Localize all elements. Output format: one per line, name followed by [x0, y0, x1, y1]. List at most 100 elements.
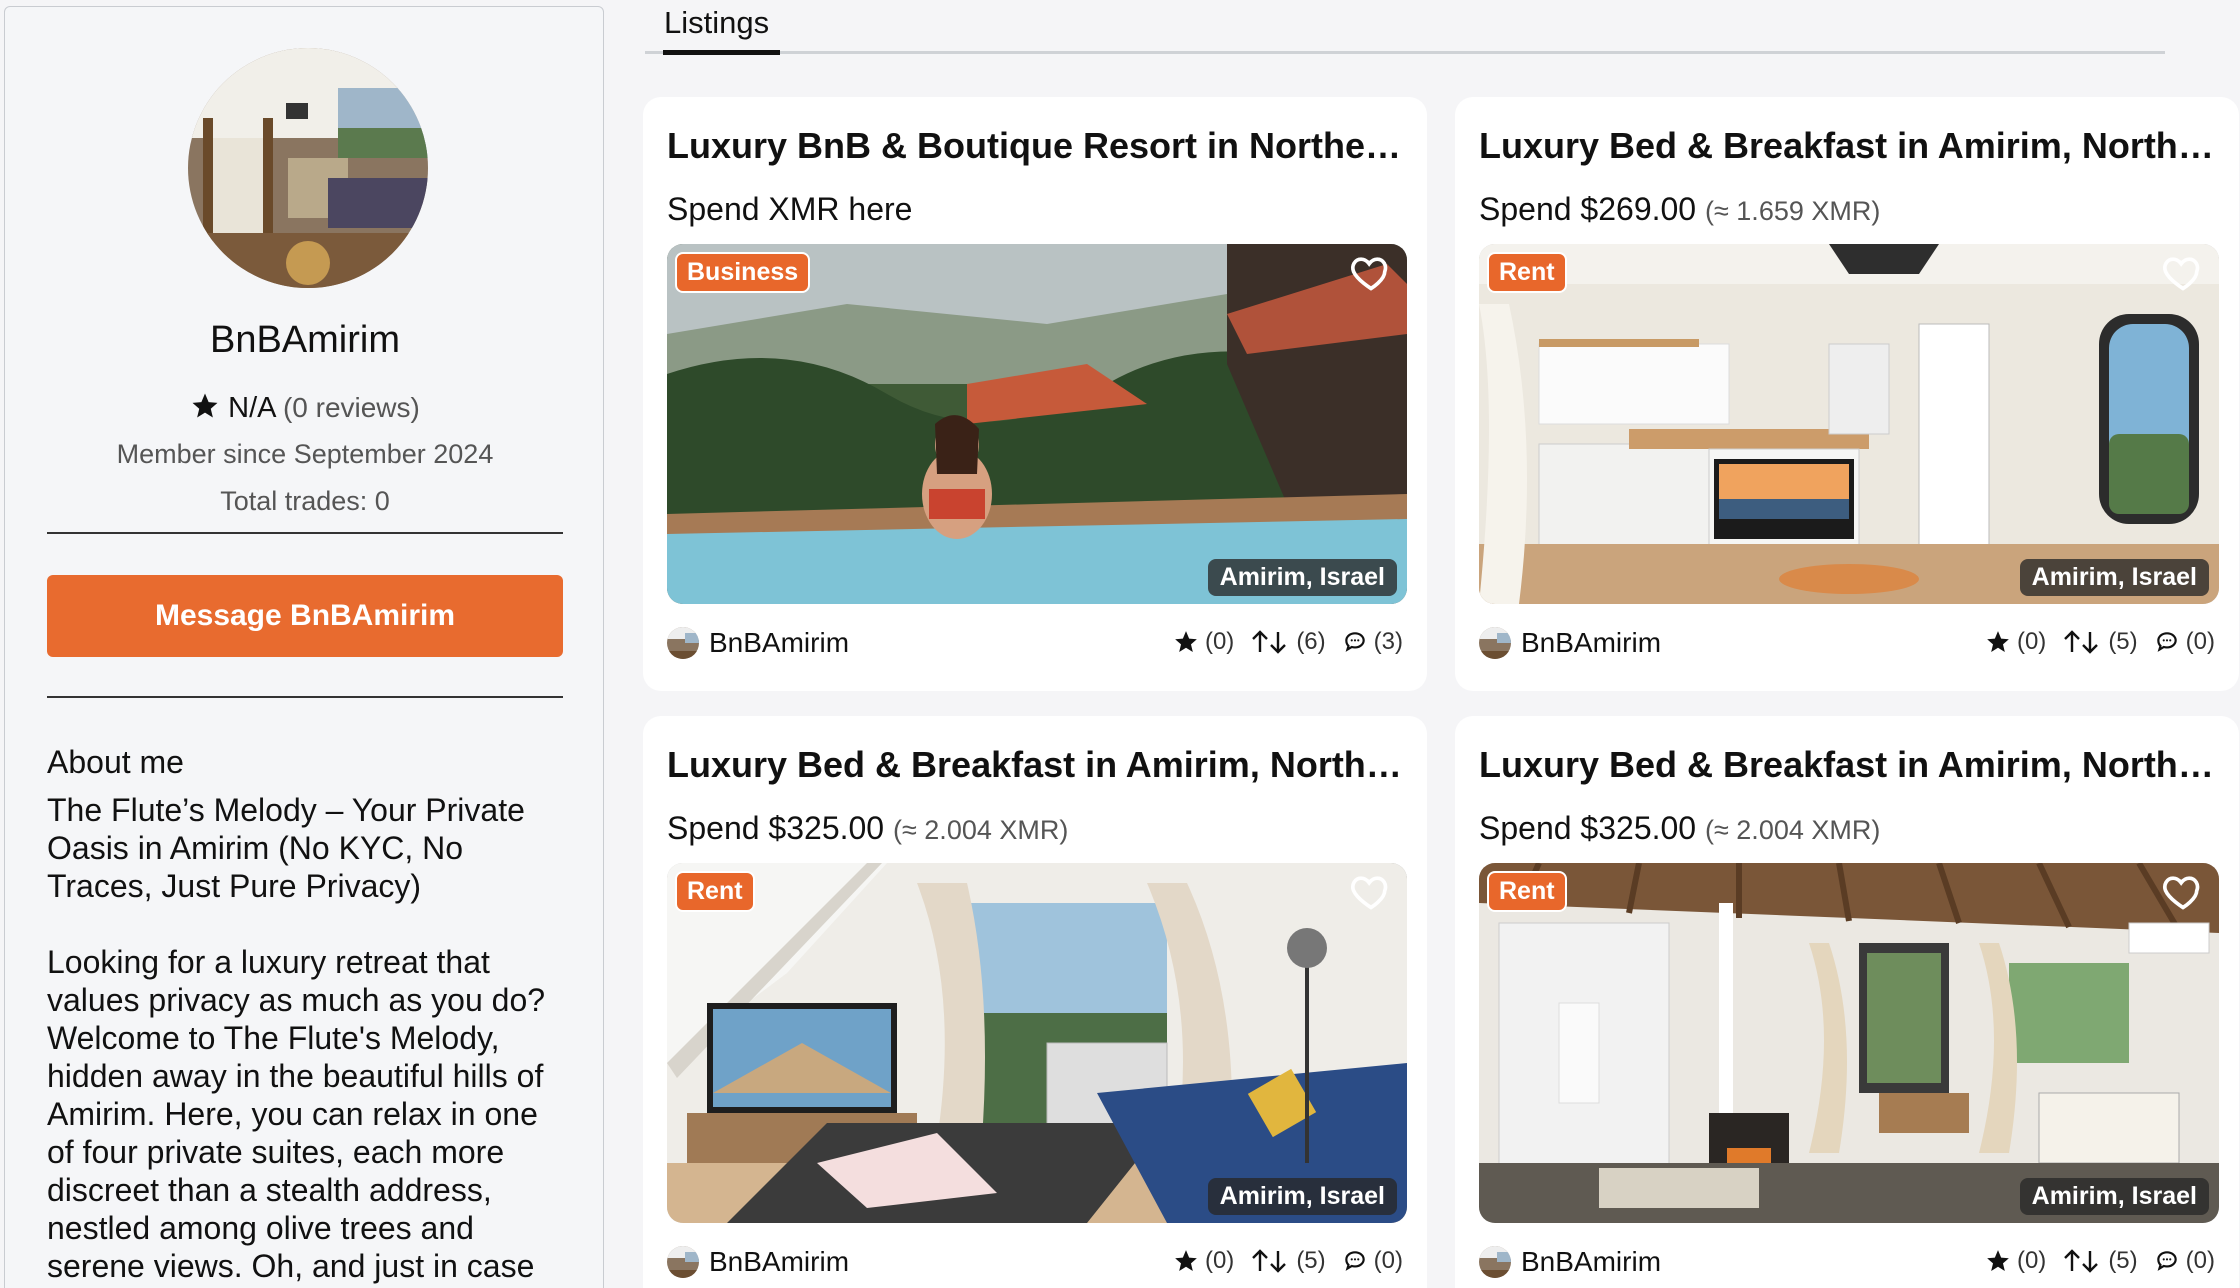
price-approx: (≈ 2.004 XMR) — [1704, 815, 1881, 845]
review-count: (0 reviews) — [282, 392, 420, 423]
stat-value: (0) — [1204, 1247, 1235, 1274]
seller-name: BnBAmirim — [709, 1246, 850, 1277]
listing-card[interactable]: Luxury Bed & Breakfast in Amirim, Northe… — [643, 716, 1427, 1288]
seller-info[interactable]: BnBAmirim — [1479, 1246, 1661, 1278]
listing-title[interactable]: Luxury Bed & Breakfast in Amirim, Northe… — [1479, 744, 2219, 786]
price-approx: (≈ 1.659 XMR) — [1704, 196, 1881, 226]
stat-trades: (5) — [2062, 1247, 2138, 1275]
heart-icon[interactable] — [1349, 250, 1393, 294]
listing-price: Spend $325.00 (≈ 2.004 XMR) — [667, 810, 1068, 847]
heart-icon[interactable] — [2161, 250, 2205, 294]
listing-stats: (0) (5) (0) — [1969, 1247, 2215, 1275]
message-button[interactable]: Message BnBAmirim — [47, 575, 563, 657]
about-title: About me — [47, 744, 184, 780]
stat-trades: (5) — [1250, 1247, 1326, 1275]
star-icon — [1175, 1250, 1197, 1271]
listing-stats: (0) (6) (3) — [1157, 628, 1403, 656]
about-tagline: The Flute’s Melody – Your Private Oasis … — [47, 792, 525, 904]
profile-username: BnBAmirim — [209, 319, 401, 361]
arrows-up-down-icon — [2064, 630, 2099, 654]
comment-icon — [2156, 632, 2177, 652]
heart-icon[interactable] — [2161, 869, 2205, 913]
avatar[interactable] — [188, 48, 428, 288]
stat-value: (0) — [2185, 1247, 2215, 1274]
seller-info[interactable]: BnBAmirim — [667, 627, 849, 659]
seller-name: BnBAmirim — [709, 627, 850, 658]
stat-comments: (3) — [1342, 628, 1403, 656]
star-icon — [192, 393, 218, 418]
star-icon — [1987, 631, 2009, 652]
seller-avatar — [667, 1246, 699, 1278]
listing-card[interactable]: Luxury Bed & Breakfast in Amirim, Northe… — [1455, 97, 2239, 691]
stat-rating: (0) — [1173, 628, 1234, 656]
location-badge: Amirim, Israel — [2019, 559, 2209, 596]
listing-price: Spend $325.00 (≈ 2.004 XMR) — [1479, 810, 1880, 847]
listing-image[interactable]: Rent Amirim, Israel — [1479, 244, 2219, 604]
star-icon — [1175, 631, 1197, 652]
location-badge: Amirim, Israel — [1207, 559, 1397, 596]
price-text: Spend $325.00 — [1479, 810, 1697, 846]
listing-card[interactable]: Luxury Bed & Breakfast in Amirim, Northe… — [1455, 716, 2239, 1288]
arrows-up-down-icon — [2064, 1249, 2099, 1273]
category-badge: Rent — [1487, 871, 1567, 912]
stat-value: (5) — [1296, 1247, 1326, 1274]
seller-name: BnBAmirim — [1521, 1246, 1662, 1277]
stat-trades: (6) — [1250, 628, 1326, 656]
stat-value: (0) — [2185, 628, 2215, 655]
comment-icon — [1344, 632, 1365, 652]
arrows-up-down-icon — [1252, 1249, 1287, 1273]
profile-rating: N/A (0 reviews) — [5, 391, 603, 425]
listing-image[interactable]: Rent Amirim, Israel — [1479, 863, 2219, 1223]
stat-value: (6) — [1296, 628, 1326, 655]
divider — [47, 532, 563, 534]
listing-image[interactable]: Rent Amirim, Israel — [667, 863, 1407, 1223]
stat-value: (0) — [2016, 1247, 2047, 1274]
seller-avatar — [667, 627, 699, 659]
tab-listings[interactable]: Listings — [664, 5, 769, 41]
stat-comments: (0) — [2154, 628, 2215, 656]
stat-value: (0) — [1204, 628, 1235, 655]
seller-avatar — [1479, 627, 1511, 659]
tab-active-indicator — [663, 50, 780, 55]
listing-stats: (0) (5) (0) — [1969, 628, 2215, 656]
arrows-up-down-icon — [1252, 630, 1287, 654]
location-badge: Amirim, Israel — [2019, 1178, 2209, 1215]
star-icon — [1987, 1250, 2009, 1271]
profile-sidebar: BnBAmirim N/A (0 reviews) Member since S… — [4, 6, 604, 1288]
category-badge: Rent — [1487, 252, 1567, 293]
seller-name: BnBAmirim — [1521, 627, 1662, 658]
divider — [47, 696, 563, 698]
stat-rating: (0) — [1985, 628, 2046, 656]
stat-comments: (0) — [1342, 1247, 1403, 1275]
comment-icon — [2156, 1251, 2177, 1271]
listing-image[interactable]: Business Amirim, Israel — [667, 244, 1407, 604]
member-since: Member since September 2024 — [116, 439, 494, 469]
about-body: Looking for a luxury retreat that values… — [47, 944, 546, 1288]
profile-page: BnBAmirim N/A (0 reviews) Member since S… — [0, 0, 2240, 1288]
stat-value: (5) — [2108, 1247, 2138, 1274]
listing-title[interactable]: Luxury Bed & Breakfast in Amirim, Northe… — [667, 744, 1407, 786]
stat-value: (3) — [1373, 628, 1403, 655]
stat-rating: (0) — [1173, 1247, 1234, 1275]
location-badge: Amirim, Israel — [1207, 1178, 1397, 1215]
stat-comments: (0) — [2154, 1247, 2215, 1275]
listing-card[interactable]: Luxury BnB & Boutique Resort in Northern… — [643, 97, 1427, 691]
tab-bar-line — [645, 51, 2165, 54]
seller-info[interactable]: BnBAmirim — [667, 1246, 849, 1278]
seller-info[interactable]: BnBAmirim — [1479, 627, 1661, 659]
seller-avatar — [1479, 1246, 1511, 1278]
comment-icon — [1344, 1251, 1365, 1271]
total-trades: Total trades: 0 — [220, 486, 390, 516]
heart-icon[interactable] — [1349, 869, 1393, 913]
stat-value: (5) — [2108, 628, 2138, 655]
listing-price: Spend XMR here — [667, 191, 912, 228]
listing-title[interactable]: Luxury Bed & Breakfast in Amirim, Northe… — [1479, 125, 2219, 167]
category-badge: Rent — [675, 871, 755, 912]
category-badge: Business — [675, 252, 811, 293]
listing-price: Spend $269.00 (≈ 1.659 XMR) — [1479, 191, 1880, 228]
stat-value: (0) — [1373, 1247, 1403, 1274]
rating-value: N/A — [228, 392, 275, 424]
listing-title[interactable]: Luxury BnB & Boutique Resort in Northern… — [667, 125, 1407, 167]
price-text: Spend $325.00 — [667, 810, 885, 846]
price-text: Spend XMR here — [667, 191, 913, 227]
